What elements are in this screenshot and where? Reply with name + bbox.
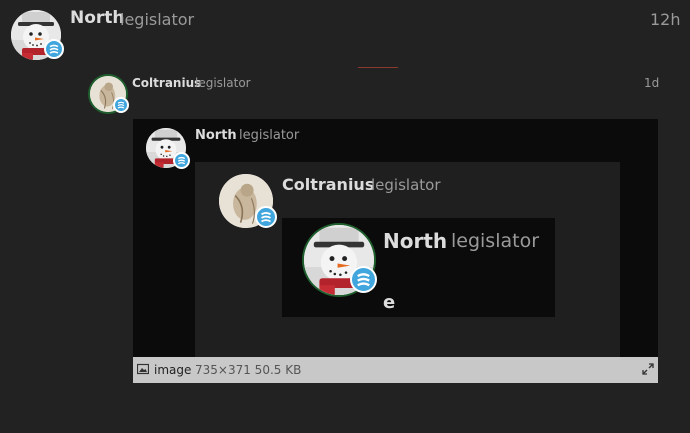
reply-timestamp[interactable]: 1d xyxy=(644,76,659,90)
embed-north-name: North xyxy=(195,128,237,143)
image-info: 735×371 50.5 KB xyxy=(195,363,302,377)
embed-north-title: legislator xyxy=(239,128,300,143)
reply-author-name[interactable]: Coltranius xyxy=(132,76,201,90)
post-author-title: legislator xyxy=(120,10,195,29)
post-timestamp[interactable]: 12h xyxy=(650,10,681,29)
reply-author-title: legislator xyxy=(195,76,251,90)
flair-badge-icon xyxy=(173,152,190,169)
embed-coltranius-name: Coltranius xyxy=(282,175,375,194)
embed-deep-north-title: legislator xyxy=(451,230,540,252)
image-label: image xyxy=(154,363,192,377)
embed-coltranius-title: legislator xyxy=(371,176,441,194)
flair-badge-icon xyxy=(350,266,377,293)
flair-badge-icon xyxy=(113,97,129,113)
flair-badge-icon xyxy=(255,206,277,228)
flair-badge-icon xyxy=(44,39,64,59)
post-divider xyxy=(358,67,398,68)
post-author-name[interactable]: North xyxy=(70,8,125,28)
expand-icon[interactable] xyxy=(642,363,654,375)
image-meta-bar[interactable]: image 735×371 50.5 KB xyxy=(133,357,658,383)
embed-deep-body-text: e xyxy=(383,292,396,313)
embed-deep-north-name: North xyxy=(383,229,448,253)
image-icon xyxy=(137,363,149,375)
